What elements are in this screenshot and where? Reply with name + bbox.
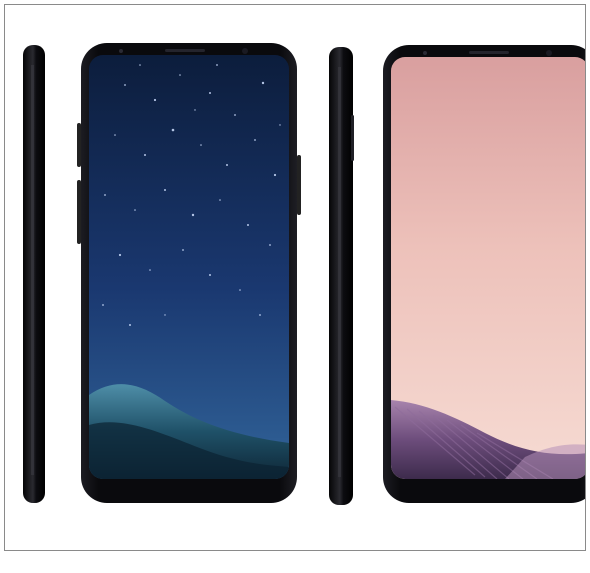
phone-front-pink [383,45,585,503]
screen-night-sky [89,55,289,479]
screen-orchid-pink [391,57,585,479]
phone-side-profile-right [329,47,354,505]
phone-front-blue [77,43,301,503]
phones-photo [23,43,585,505]
photo-frame [4,4,586,551]
phone-side-profile-left [23,45,45,503]
